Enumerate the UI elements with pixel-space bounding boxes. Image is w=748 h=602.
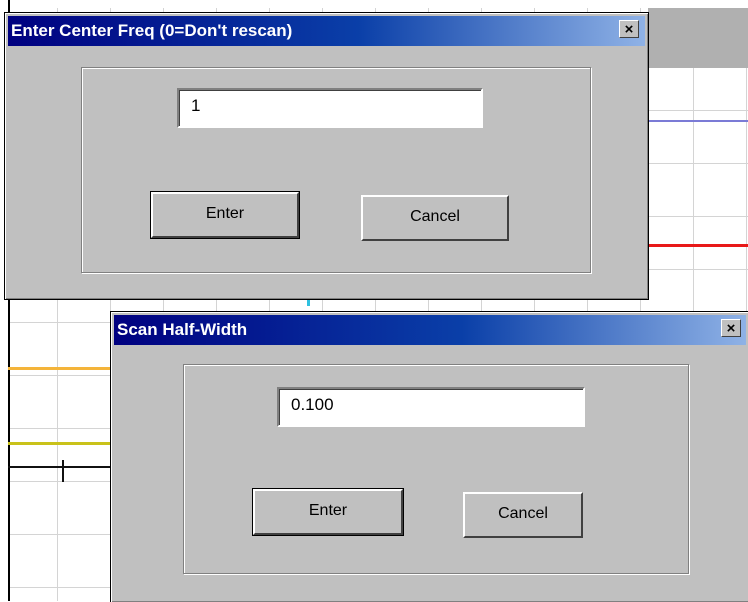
graph-trace-orange: [8, 367, 113, 370]
half-width-titlebar[interactable]: Scan Half-Width: [114, 315, 746, 345]
graph-trace-black: [8, 466, 113, 468]
half-width-cancel-button[interactable]: Cancel: [463, 492, 583, 538]
half-width-enter-button[interactable]: Enter: [252, 488, 404, 536]
graph-trace-red: [648, 244, 748, 247]
center-freq-dialog: Enter Center Freq (0=Don't rescan) × 1 E…: [4, 12, 649, 300]
graph-trace-yellow: [8, 442, 113, 445]
half-width-input[interactable]: 0.100: [277, 387, 585, 427]
graph-axis-tick: [62, 460, 64, 482]
center-freq-enter-button[interactable]: Enter: [150, 191, 300, 239]
center-freq-title: Enter Center Freq (0=Don't rescan): [11, 21, 293, 40]
half-width-title: Scan Half-Width: [117, 320, 248, 339]
center-freq-cancel-button[interactable]: Cancel: [361, 195, 509, 241]
close-icon[interactable]: ×: [721, 319, 741, 337]
graph-toolbar-strip: [648, 8, 748, 68]
center-freq-titlebar[interactable]: Enter Center Freq (0=Don't rescan): [8, 16, 645, 46]
graph-trace-blue: [648, 120, 748, 122]
close-icon[interactable]: ×: [619, 20, 639, 38]
half-width-dialog: Scan Half-Width × 0.100 Enter Cancel: [110, 311, 748, 602]
graph-marker-cyan: [307, 300, 310, 306]
center-freq-input[interactable]: 1: [177, 88, 483, 128]
